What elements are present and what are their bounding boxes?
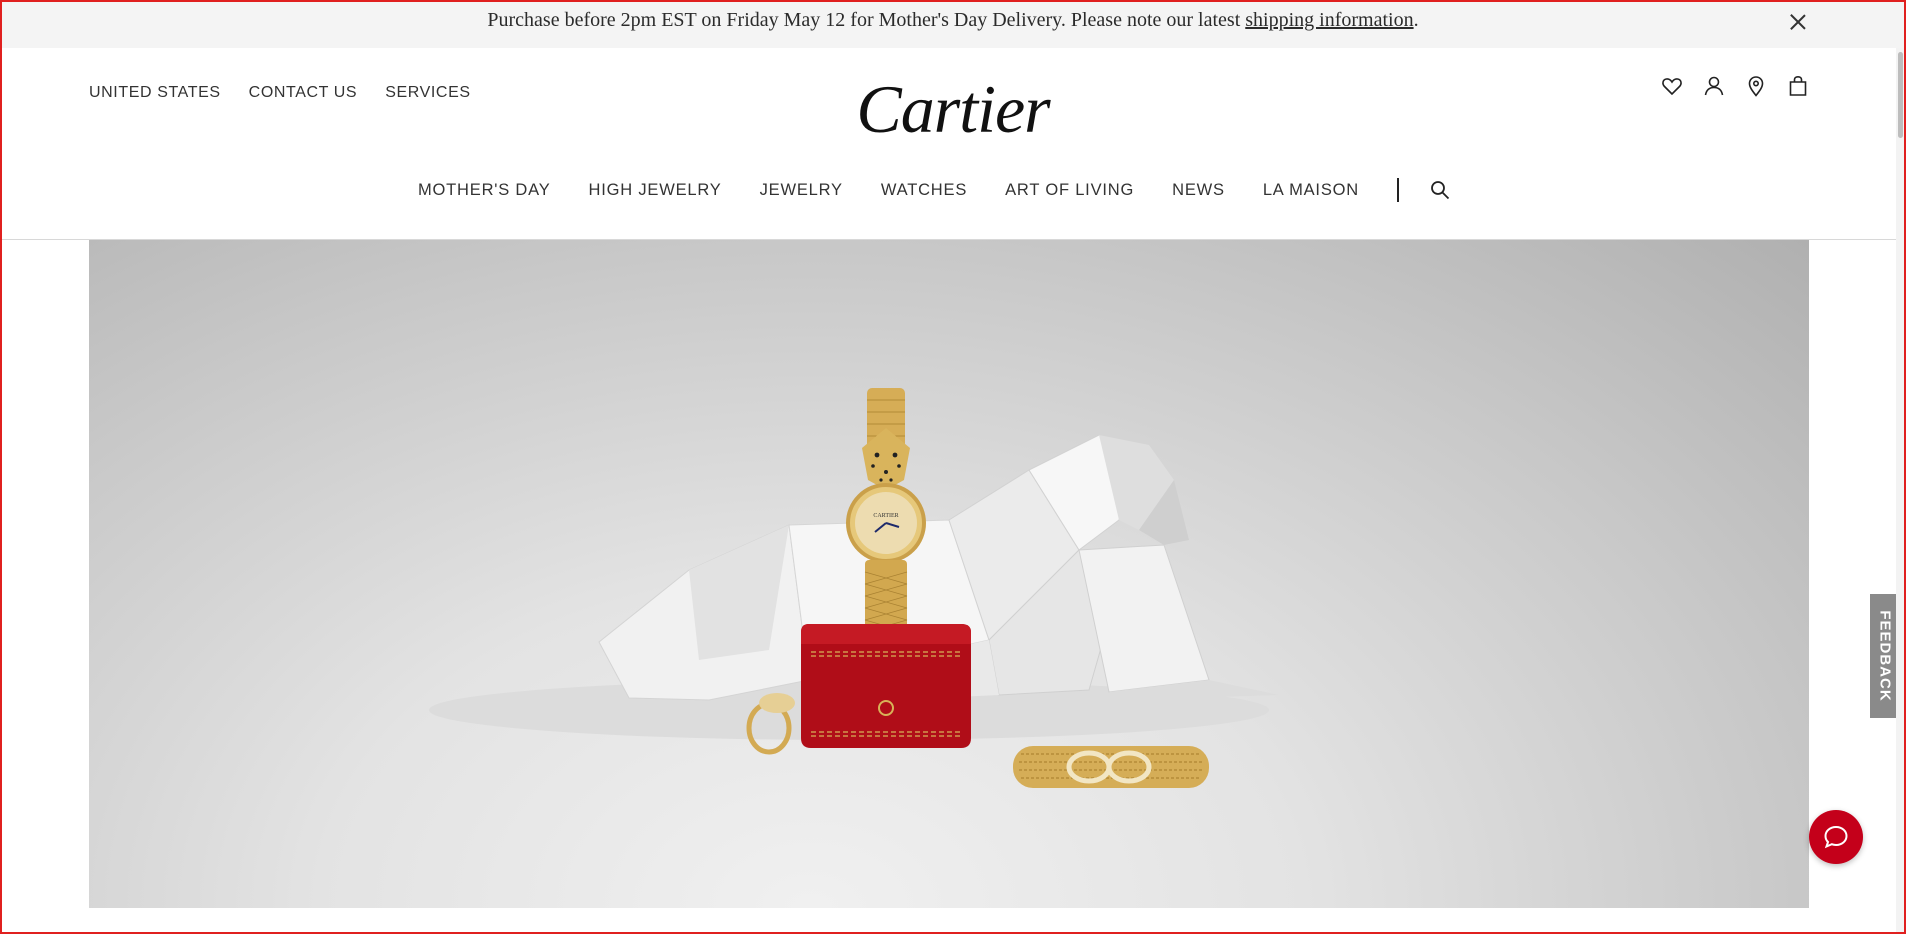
nav-divider [1396, 178, 1399, 202]
red-jewelry-box [801, 624, 971, 748]
gold-bracelet [1013, 746, 1209, 788]
hero-image[interactable]: CARTIER [89, 240, 1809, 908]
chat-bubble-icon [1824, 825, 1848, 849]
user-icon[interactable] [1702, 74, 1726, 98]
location-pin-icon[interactable] [1744, 74, 1768, 98]
search-icon[interactable] [1429, 179, 1451, 201]
scrollbar-thumb[interactable] [1898, 52, 1903, 138]
close-icon[interactable] [1786, 10, 1810, 34]
announcement-banner: Purchase before 2pm EST on Friday May 12… [0, 0, 1906, 48]
hero-illustration: CARTIER [429, 388, 1279, 788]
nav-news[interactable]: NEWS [1172, 181, 1225, 200]
shipping-information-link[interactable]: shipping information [1245, 9, 1413, 31]
nav-art-of-living[interactable]: ART OF LIVING [1005, 181, 1134, 200]
shopping-bag-icon[interactable] [1786, 74, 1810, 98]
header-icon-bar [1660, 74, 1810, 98]
banner-message: Purchase before 2pm EST on Friday May 12… [0, 0, 1906, 40]
feedback-label: FEEDBACK [1876, 610, 1894, 702]
main-nav: MOTHER'S DAY HIGH JEWELRY JEWELRY WATCHE… [418, 178, 1451, 202]
heart-icon[interactable] [1660, 74, 1684, 98]
cartier-logo[interactable]: Cartier [0, 70, 1906, 149]
nav-mothers-day[interactable]: MOTHER'S DAY [418, 181, 551, 200]
site-header: UNITED STATES CONTACT US SERVICES Cartie… [0, 48, 1906, 240]
banner-period: . [1413, 9, 1419, 31]
nav-watches[interactable]: WATCHES [881, 181, 967, 200]
banner-text: Purchase before 2pm EST on Friday May 12… [487, 9, 1246, 31]
watch-dial-brand: CARTIER [873, 513, 898, 519]
nav-la-maison[interactable]: LA MAISON [1263, 181, 1359, 200]
chat-button[interactable] [1809, 810, 1863, 864]
nav-high-jewelry[interactable]: HIGH JEWELRY [589, 181, 722, 200]
nav-jewelry[interactable]: JEWELRY [760, 181, 843, 200]
scrollbar-track[interactable] [1896, 48, 1904, 932]
